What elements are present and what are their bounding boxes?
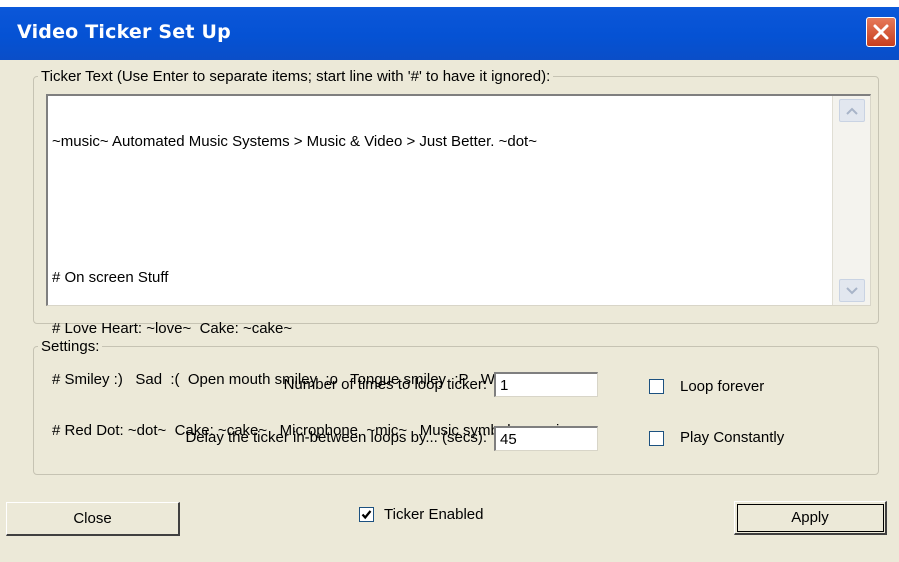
title-bar-top-strip: [0, 0, 899, 7]
loop-count-label: Number of times to loop ticker:: [283, 376, 487, 393]
play-constantly-label: Play Constantly: [680, 429, 785, 446]
chevron-down-icon: [846, 286, 858, 294]
close-button[interactable]: Close: [6, 502, 180, 536]
dialog-window: Video Ticker Set Up Ticker Text (Use Ent…: [0, 0, 899, 562]
apply-button[interactable]: Apply: [734, 501, 887, 535]
settings-legend: Settings:: [41, 338, 100, 355]
loop-delay-input[interactable]: 45: [494, 426, 598, 451]
loop-forever-label: Loop forever: [680, 378, 765, 395]
loop-count-input[interactable]: 1: [494, 372, 598, 397]
loop-delay-label: Delay the ticker in-between loops by... …: [185, 429, 487, 446]
scroll-down-button[interactable]: [839, 279, 865, 302]
ticker-enabled-checkbox[interactable]: [359, 507, 374, 522]
settings-group: Settings:: [33, 338, 879, 475]
ticker-text-area[interactable]: ~music~ Automated Music Systems > Music …: [46, 94, 871, 439]
ticker-text-blank-lines: [52, 184, 837, 235]
checkmark-icon: [361, 510, 372, 520]
chevron-up-icon: [846, 107, 858, 115]
ticker-text-line: ~music~ Automated Music Systems > Music …: [52, 133, 537, 150]
close-x-icon: [873, 24, 889, 40]
ticker-text-scrollbar[interactable]: [832, 96, 870, 305]
ticker-text-line: # On screen Stuff: [52, 269, 169, 286]
window-close-button[interactable]: [866, 17, 896, 47]
title-bar[interactable]: Video Ticker Set Up: [0, 0, 899, 60]
ticker-enabled-label: Ticker Enabled: [384, 506, 484, 523]
window-title: Video Ticker Set Up: [17, 21, 231, 43]
loop-forever-checkbox[interactable]: [649, 379, 664, 394]
play-constantly-checkbox[interactable]: [649, 431, 664, 446]
scroll-up-button[interactable]: [839, 99, 865, 122]
ticker-text-legend: Ticker Text (Use Enter to separate items…: [41, 68, 551, 85]
ticker-text-line: # Love Heart: ~love~ Cake: ~cake~: [52, 320, 293, 337]
